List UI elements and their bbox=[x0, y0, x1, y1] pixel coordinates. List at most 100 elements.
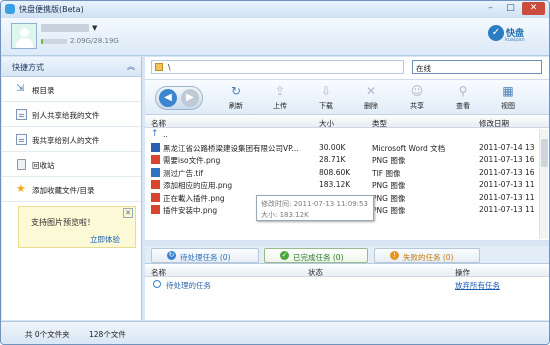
file-date: 2011-07-13 11 bbox=[479, 205, 535, 214]
file-date: 2011-07-13 11 bbox=[479, 192, 535, 202]
grid-view-icon: ▦ bbox=[502, 84, 514, 98]
my-shared-icon bbox=[16, 134, 27, 145]
file-tooltip: 修改时间: 2011-07-13 11:09:53 大小: 183.12K bbox=[256, 195, 374, 221]
tab-completed[interactable]: ✓ 已完成任务 (0) bbox=[264, 248, 368, 263]
kuaipan-logo: ✓ 快盘 kuaipan bbox=[488, 24, 538, 54]
file-panel: \ 在线 ◀ ▶ ↻ 刷新 ⇪ 上传 ⇩ 下载 ✕ 删除 ☺ 共享 ⚲ 查看 ▦ 视图 名称 … bbox=[145, 57, 549, 320]
share-icon: ☺ bbox=[410, 84, 424, 98]
sidebar-item-add-favorite[interactable]: ★ 添加收藏文件/目录 bbox=[2, 177, 141, 202]
star-icon: ★ bbox=[16, 182, 26, 195]
file-row[interactable]: 测过广告.tif 808.60K TIF 图像 2011-07-13 16 bbox=[145, 166, 549, 179]
window-title: 快盘便携版(Beta) bbox=[19, 5, 84, 14]
file-name: 黑龙江省公路桥梁建设集团有限公司VP... bbox=[163, 143, 299, 153]
tif-file-icon bbox=[151, 167, 160, 177]
file-date: 2011-07-13 16 bbox=[479, 167, 535, 177]
share-button[interactable]: ☺ 共享 bbox=[400, 82, 434, 114]
file-row[interactable]: 添加相应的应用.png 183.12K PNG 图像 2011-07-13 11 bbox=[145, 178, 549, 191]
task-col-status[interactable]: 状态 bbox=[308, 267, 323, 278]
username-redacted bbox=[41, 24, 89, 32]
file-list-scrollbar[interactable] bbox=[539, 129, 548, 239]
delete-label: 删除 bbox=[364, 102, 378, 110]
sidebar: 快捷方式 ︽ ⇲ 根目录 别人共享给我的文件 我共享给别人的文件 回收站 ★ 添加收藏… bbox=[2, 57, 142, 320]
root-folder-icon: ⇲ bbox=[16, 83, 25, 94]
nav-buttons: ◀ ▶ bbox=[155, 86, 203, 110]
minimize-button[interactable]: – bbox=[481, 2, 500, 15]
download-icon: ⇩ bbox=[320, 84, 332, 98]
check-icon: ✓ bbox=[280, 251, 289, 260]
scrollbar-thumb[interactable] bbox=[541, 139, 548, 167]
app-window: 快盘便携版(Beta) – □ ✕ ▼ 2.09G/28.19G ✓ 快盘 ku… bbox=[0, 0, 550, 345]
promo-try-link[interactable]: 立即体验 bbox=[90, 234, 120, 245]
tooltip-time: 修改时间: 2011-07-13 11:09:53 bbox=[261, 200, 368, 208]
tab-failed[interactable]: ! 失败的任务 (0) bbox=[374, 248, 480, 263]
upload-label: 上传 bbox=[273, 102, 287, 110]
close-button[interactable]: ✕ bbox=[522, 2, 545, 15]
sidebar-item-my-shared[interactable]: 我共享给别人的文件 bbox=[2, 127, 141, 152]
tab-failed-label: 失败的任务 (0) bbox=[403, 253, 454, 262]
file-name: 插件安装中.png bbox=[163, 206, 218, 215]
back-button[interactable]: ◀ bbox=[159, 89, 177, 107]
sidebar-item-label: 根目录 bbox=[32, 86, 55, 95]
task-tabs: ↻ 待处理任务 (0) ✓ 已完成任务 (0) ! 失败的任务 (0) bbox=[145, 246, 549, 264]
file-name: .. bbox=[163, 130, 168, 139]
download-button[interactable]: ⇩ 下载 bbox=[309, 82, 343, 114]
file-size: 808.60K bbox=[319, 167, 351, 177]
file-row[interactable]: 黑龙江省公路桥梁建设集团有限公司VP... 30.00K Microsoft Wor… bbox=[145, 141, 549, 154]
promo-text: 支持图片预览啦！ bbox=[31, 218, 95, 227]
account-dropdown-icon[interactable]: ▼ bbox=[92, 24, 97, 32]
app-icon bbox=[5, 4, 15, 14]
avatar[interactable] bbox=[11, 23, 37, 49]
shared-with-me-icon bbox=[16, 109, 27, 120]
search-input[interactable]: 在线 bbox=[412, 60, 542, 74]
sidebar-item-label: 别人共享给我的文件 bbox=[32, 111, 100, 120]
pending-task-icon bbox=[153, 280, 161, 288]
task-col-action[interactable]: 操作 bbox=[455, 267, 470, 278]
download-label: 下载 bbox=[319, 102, 333, 110]
file-name: 需要iso文件.png bbox=[163, 156, 221, 165]
sidebar-item-label: 回收站 bbox=[32, 161, 55, 170]
magnifier-icon: ⚲ bbox=[458, 84, 468, 98]
view-mode-button[interactable]: ▦ 视图 bbox=[491, 82, 525, 114]
file-row-up[interactable]: ↑.. bbox=[145, 128, 549, 141]
task-name: 待处理的任务 bbox=[166, 281, 211, 290]
sidebar-item-label: 添加收藏文件/目录 bbox=[32, 186, 95, 195]
maximize-button[interactable]: □ bbox=[501, 2, 520, 15]
delete-button[interactable]: ✕ 删除 bbox=[354, 82, 388, 114]
view-file-button[interactable]: ⚲ 查看 bbox=[446, 82, 480, 114]
promo-close-icon[interactable]: ✕ bbox=[123, 208, 133, 218]
abandon-all-tasks-link[interactable]: 放弃所有任务 bbox=[455, 280, 500, 291]
file-name: 正在載入插件.png bbox=[163, 193, 225, 203]
file-row[interactable]: 需要iso文件.png 28.71K PNG 图像 2011-07-13 16 bbox=[145, 153, 549, 166]
refresh-button[interactable]: ↻ 刷新 bbox=[219, 82, 253, 114]
upload-icon: ⇪ bbox=[274, 84, 286, 98]
task-row: 待处理的任务 放弃所有任务 bbox=[145, 278, 549, 290]
file-type: TIF 图像 bbox=[372, 168, 401, 178]
sidebar-item-recycle-bin[interactable]: 回收站 bbox=[2, 152, 141, 177]
tab-pending-label: 待处理任务 (0) bbox=[180, 253, 231, 262]
tab-pending[interactable]: ↻ 待处理任务 (0) bbox=[151, 248, 259, 263]
sidebar-item-shared-with-me[interactable]: 别人共享给我的文件 bbox=[2, 102, 141, 127]
toolbar: ◀ ▶ ↻ 刷新 ⇪ 上传 ⇩ 下载 ✕ 删除 ☺ 共享 ⚲ 查看 ▦ 视图 bbox=[145, 79, 549, 115]
view-mode-label: 视图 bbox=[501, 102, 515, 110]
up-folder-icon: ↑ bbox=[151, 129, 159, 139]
file-count: 128个文件 bbox=[89, 330, 126, 339]
promo-box: 支持图片预览啦！ 立即体验 ✕ bbox=[18, 206, 136, 248]
png-file-icon bbox=[151, 205, 160, 214]
refresh-label: 刷新 bbox=[229, 102, 243, 110]
recycle-bin-icon bbox=[17, 159, 26, 170]
search-value: 在线 bbox=[416, 64, 431, 73]
task-col-name[interactable]: 名称 bbox=[151, 267, 166, 278]
task-list-header: 名称 状态 操作 bbox=[145, 265, 549, 277]
view-file-label: 查看 bbox=[456, 102, 470, 110]
file-type: Microsoft Word 文档 bbox=[372, 143, 446, 153]
warning-icon: ! bbox=[390, 251, 399, 260]
path-bar[interactable]: \ bbox=[151, 60, 404, 74]
collapse-icon[interactable]: ︽ bbox=[127, 61, 135, 72]
forward-button[interactable]: ▶ bbox=[181, 89, 199, 107]
title-bar[interactable]: 快盘便携版(Beta) – □ ✕ bbox=[1, 1, 549, 18]
logo-sub: kuaipan bbox=[505, 37, 525, 43]
sidebar-item-root[interactable]: ⇲ 根目录 bbox=[2, 77, 141, 102]
file-name: 添加相应的应用.png bbox=[163, 181, 233, 190]
sidebar-header[interactable]: 快捷方式 ︽ bbox=[2, 57, 141, 77]
upload-button[interactable]: ⇪ 上传 bbox=[263, 82, 297, 114]
